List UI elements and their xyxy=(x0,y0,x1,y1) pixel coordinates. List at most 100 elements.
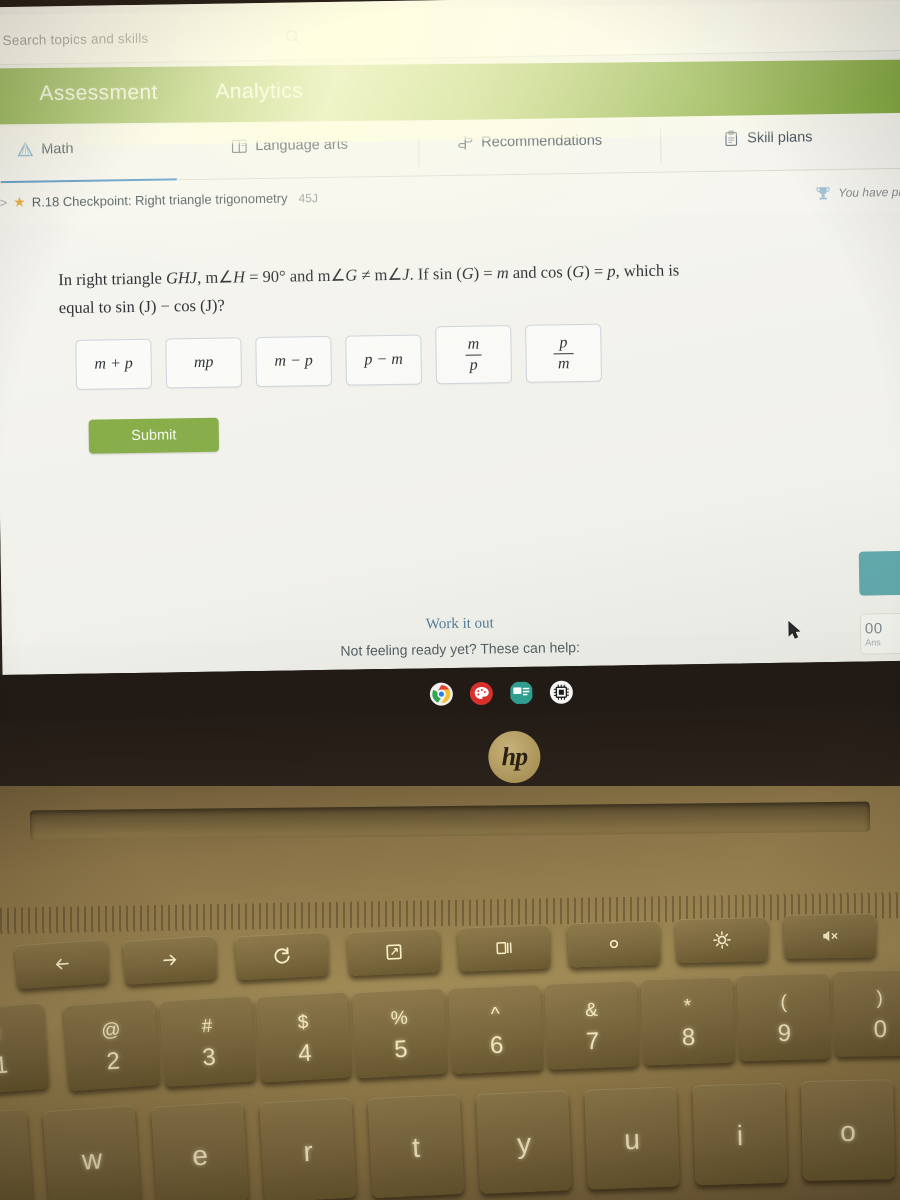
key-t[interactable]: t xyxy=(367,1093,465,1199)
key-6[interactable]: ^ 6 xyxy=(448,983,544,1075)
key-digit: 1 xyxy=(0,1051,10,1080)
answer-choice-m-over-p[interactable]: m p xyxy=(435,325,513,385)
q-part: ) = xyxy=(584,261,608,281)
chip-icon[interactable] xyxy=(549,680,573,704)
q-part: , m∠ xyxy=(197,267,234,288)
key-4[interactable]: $ 4 xyxy=(255,991,353,1083)
key-overview[interactable] xyxy=(457,924,551,972)
key-o[interactable]: o xyxy=(800,1079,896,1181)
answers-label: Ans xyxy=(865,637,881,648)
fraction-numerator: m xyxy=(467,335,480,353)
answer-choice-p-minus-m[interactable]: p − m xyxy=(345,334,423,386)
clipboard-icon xyxy=(725,130,738,146)
brightness-up-icon xyxy=(713,931,731,949)
key-label: i xyxy=(736,1119,744,1152)
skill-code: 45J xyxy=(298,190,319,205)
fraction-numerator: p xyxy=(559,334,568,352)
tab-divider xyxy=(660,128,662,163)
smartscore-header xyxy=(858,550,900,596)
key-brightness-up[interactable] xyxy=(675,916,769,964)
key-brightness-down[interactable] xyxy=(567,920,661,968)
answer-choice-m-minus-p[interactable]: m − p xyxy=(255,335,333,388)
chrome-icon[interactable] xyxy=(429,682,453,706)
search-input[interactable] xyxy=(2,28,303,49)
key-label: y xyxy=(516,1127,532,1160)
key-9[interactable]: ( 9 xyxy=(736,972,832,1062)
tab-skill-plans-label: Skill plans xyxy=(747,129,813,147)
key-back[interactable] xyxy=(14,938,110,990)
key-q[interactable]: q xyxy=(0,1108,34,1200)
q-part: H xyxy=(232,267,246,287)
key-reload[interactable] xyxy=(234,931,330,981)
tab-skill-plans[interactable]: Skill plans xyxy=(722,128,813,147)
key-symbol: * xyxy=(683,995,692,1018)
key-mute[interactable] xyxy=(783,913,877,959)
key-symbol: ! xyxy=(0,1023,3,1046)
favorite-star-icon[interactable]: ★ xyxy=(13,194,26,211)
key-forward[interactable] xyxy=(122,935,218,985)
search-icon[interactable] xyxy=(284,28,301,45)
key-e[interactable]: e xyxy=(150,1101,250,1200)
q-part: GHJ xyxy=(165,268,198,288)
q-line2: equal to sin (J) − cos (J)? xyxy=(58,295,225,318)
tab-math[interactable]: Math xyxy=(16,140,74,159)
key-digit: 4 xyxy=(297,1039,313,1068)
key-digit: 7 xyxy=(585,1027,600,1056)
key-label: u xyxy=(623,1123,641,1156)
skill-title: R.18 Checkpoint: Right triangle trigonom… xyxy=(31,190,288,210)
key-1[interactable]: ! 1 xyxy=(0,1002,50,1096)
key-5[interactable]: % 5 xyxy=(351,987,449,1079)
key-y[interactable]: y xyxy=(475,1090,573,1194)
key-8[interactable]: * 8 xyxy=(640,976,736,1066)
key-symbol: % xyxy=(390,1007,409,1030)
tab-recommendations[interactable]: Recommendations xyxy=(456,132,602,152)
answer-choice-p-over-m[interactable]: p m xyxy=(525,323,603,383)
answers-card: 00 Ans xyxy=(859,612,900,655)
tab-divider xyxy=(418,132,420,167)
laptop-screen: g Assessment Analytics Math Langu xyxy=(0,0,900,698)
key-7[interactable]: & 7 xyxy=(544,980,640,1070)
key-r[interactable]: r xyxy=(259,1097,357,1200)
breadcrumb-separator: > xyxy=(0,194,8,211)
fraction: m p xyxy=(463,336,483,374)
answer-choice-m-plus-p[interactable]: m + p xyxy=(75,338,153,390)
key-digit: 0 xyxy=(873,1015,888,1044)
key-symbol: ( xyxy=(780,991,788,1014)
paint-palette-icon[interactable] xyxy=(469,681,493,706)
arrow-left-icon xyxy=(55,958,69,970)
mouse-cursor-icon xyxy=(788,620,801,639)
key-0[interactable]: ) 0 xyxy=(833,969,900,1057)
key-digit: 2 xyxy=(105,1047,121,1076)
key-u[interactable]: u xyxy=(584,1086,680,1190)
key-symbol: ^ xyxy=(490,1003,501,1026)
answer-choice-mp[interactable]: mp xyxy=(165,337,243,389)
answers-count: 00 xyxy=(864,620,883,638)
key-digit: 8 xyxy=(681,1023,696,1052)
key-symbol: # xyxy=(201,1015,214,1038)
key-symbol: ) xyxy=(876,987,884,1010)
question-text: In right triangle GHJ, m∠H = 90° and m∠G… xyxy=(58,255,799,323)
q-part: G xyxy=(345,265,358,285)
tab-math-label: Math xyxy=(41,140,74,158)
nav-item-analytics[interactable]: Analytics xyxy=(215,79,303,104)
key-w[interactable]: w xyxy=(42,1104,142,1200)
reload-icon xyxy=(274,947,290,964)
pyramid-icon xyxy=(17,141,34,157)
slides-icon[interactable] xyxy=(509,681,533,705)
answer-choice-label: m + p xyxy=(94,355,133,373)
nav-item-assessment[interactable]: Assessment xyxy=(39,81,158,106)
submit-button[interactable]: Submit xyxy=(88,417,220,454)
key-2[interactable]: @ 2 xyxy=(62,998,162,1092)
tab-language-arts[interactable]: Language arts xyxy=(230,136,348,156)
trophy-icon xyxy=(816,187,830,200)
brightness-down-icon xyxy=(609,939,619,949)
key-fullscreen[interactable] xyxy=(347,927,441,977)
key-symbol: $ xyxy=(297,1011,310,1034)
practice-notice: You have pra xyxy=(814,183,900,202)
key-label: e xyxy=(191,1139,209,1172)
breadcrumb: y > ★ R.18 Checkpoint: Right triangle tr… xyxy=(0,189,318,211)
q-part: ) = xyxy=(473,263,497,283)
key-3[interactable]: # 3 xyxy=(159,995,257,1087)
key-i[interactable]: i xyxy=(692,1082,788,1186)
key-label: o xyxy=(839,1115,857,1148)
